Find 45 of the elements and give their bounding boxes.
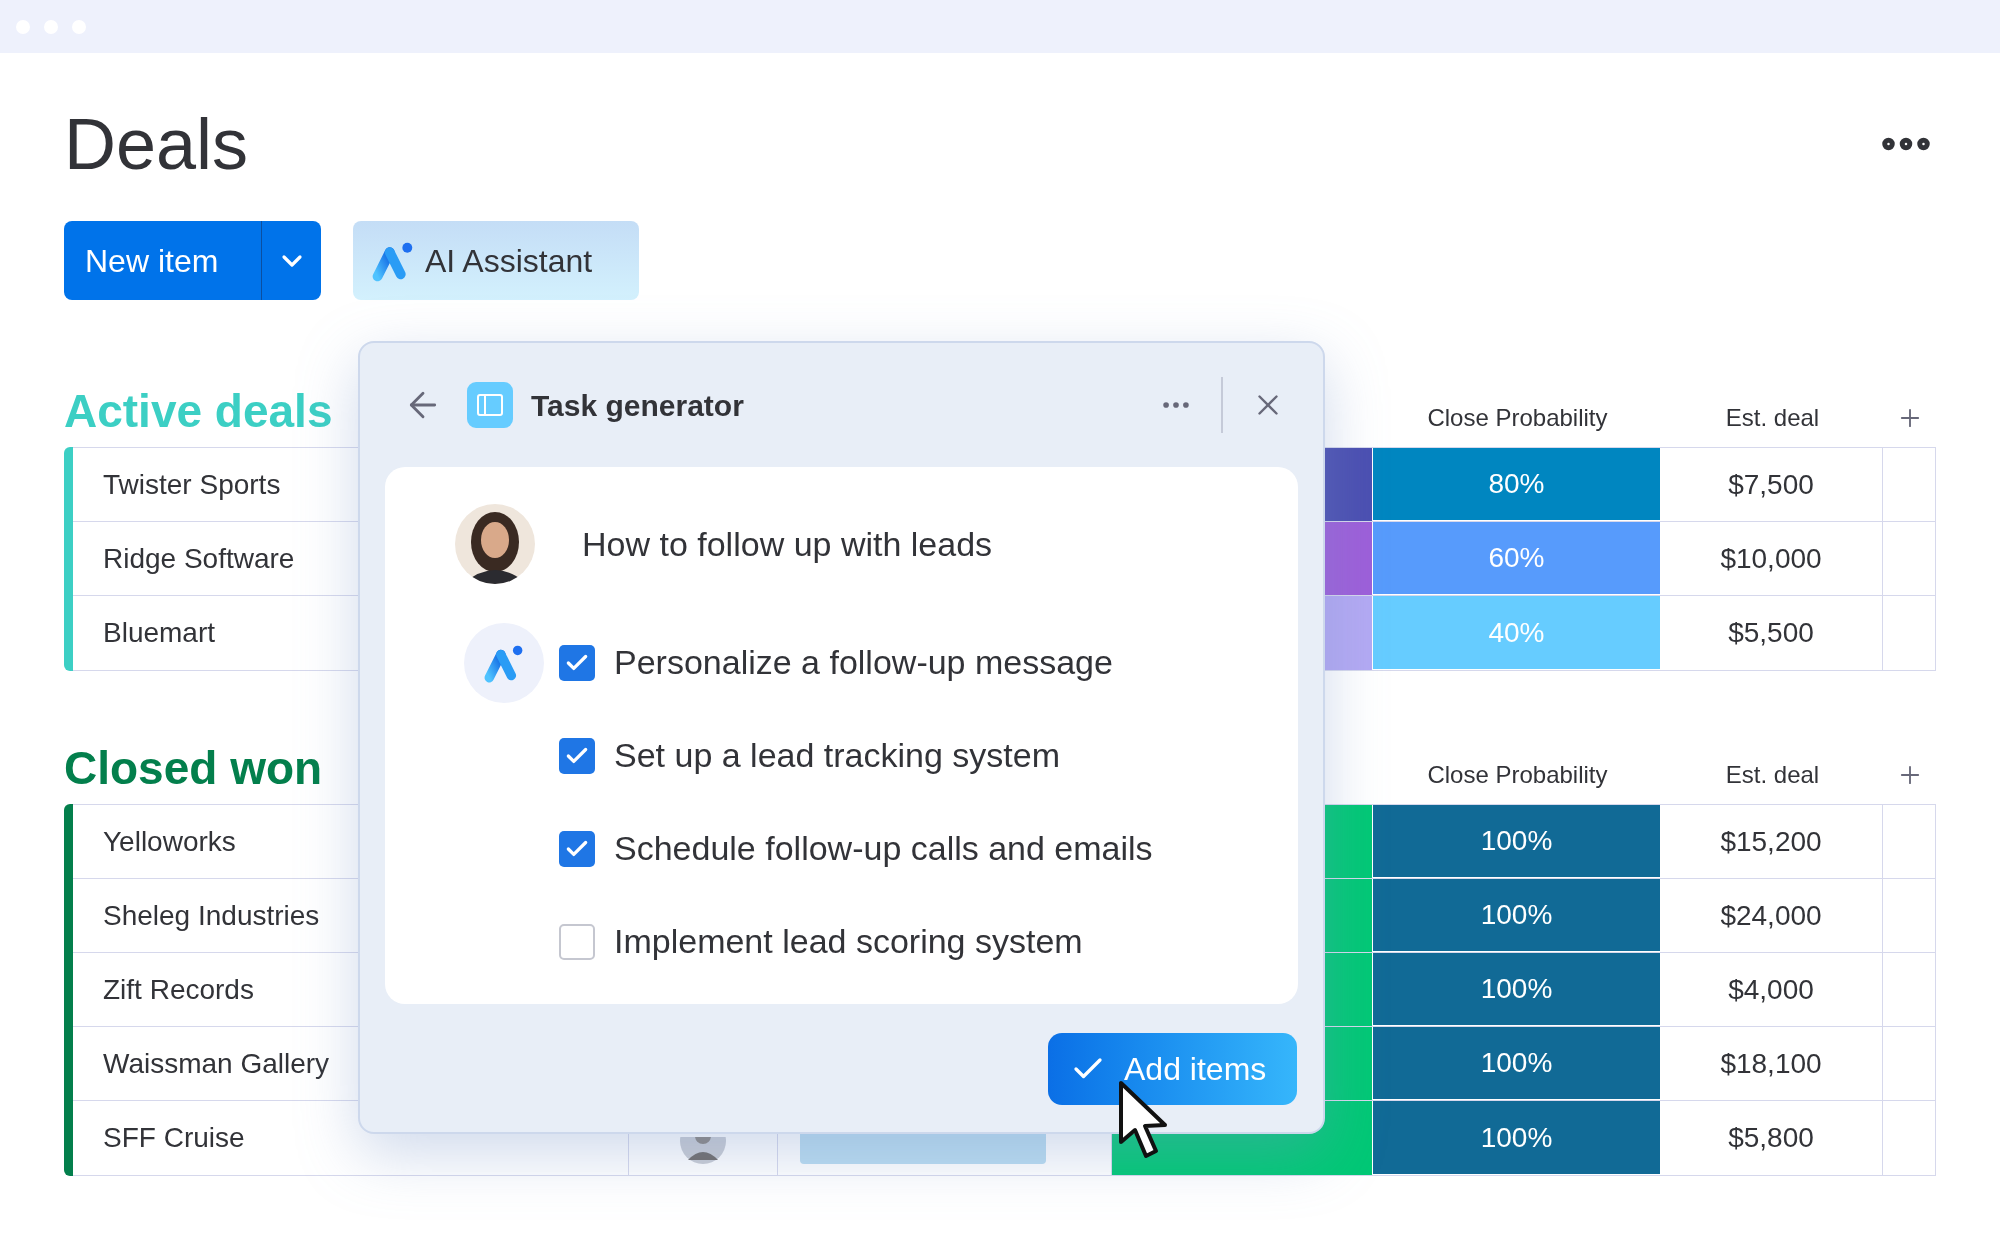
deal-name: SFF Cruise	[103, 1121, 245, 1155]
task-label: Personalize a follow-up message	[614, 642, 1113, 683]
checkbox[interactable]	[559, 644, 595, 681]
deal-name: Twister Sports	[103, 467, 281, 502]
estimate-cell: $5,500	[1660, 596, 1883, 670]
estimate-cell: $18,100	[1660, 1027, 1883, 1100]
panel-icon	[467, 382, 513, 428]
probability-cell: 100%	[1373, 953, 1660, 1026]
group-title: Closed won	[64, 741, 323, 794]
deal-name: Waissman Gallery	[103, 1046, 330, 1081]
panel-title: Task generator	[531, 387, 744, 424]
deal-name: Ridge Software	[103, 541, 295, 576]
prompt-text: How to follow up with leads	[582, 523, 993, 565]
estimate-cell: $5,800	[1660, 1101, 1883, 1175]
estimate-cell: $7,500	[1660, 448, 1883, 521]
checkbox[interactable]	[559, 923, 595, 960]
checkbox[interactable]	[559, 830, 595, 867]
estimate-cell: $4,000	[1660, 953, 1883, 1026]
probability-cell: 100%	[1373, 805, 1660, 878]
task-label: Schedule follow-up calls and emails	[614, 828, 1153, 869]
deal-name: Yelloworks	[103, 824, 236, 859]
deal-name: Zift Records	[103, 972, 254, 1007]
probability-cell: 80%	[1373, 448, 1660, 521]
estimate-cell: $15,200	[1660, 805, 1883, 878]
probability-cell: 100%	[1373, 1027, 1660, 1100]
deal-name: Bluemart	[103, 616, 216, 650]
probability-cell: 40%	[1373, 596, 1660, 670]
column-header: Est. deal	[1725, 403, 1820, 433]
estimate-cell: $24,000	[1660, 879, 1883, 952]
task-label: Implement lead scoring system	[614, 921, 1083, 962]
add-items-button[interactable]: Add items	[1048, 1033, 1297, 1105]
column-header: Close Probability	[1427, 403, 1608, 433]
checkbox[interactable]	[559, 737, 595, 774]
probability-cell: 100%	[1373, 1101, 1660, 1175]
group-title: Active deals	[64, 384, 333, 437]
column-header: Close Probability	[1427, 760, 1608, 790]
probability-cell: 60%	[1373, 522, 1660, 595]
page-title: Deals	[64, 103, 249, 186]
probability-cell: 100%	[1373, 879, 1660, 952]
task-label: Set up a lead tracking system	[614, 735, 1060, 776]
deal-name: Sheleg Industries	[103, 898, 320, 933]
column-header: Est. deal	[1725, 760, 1820, 790]
ai-assistant-button[interactable]: AI Assistant	[353, 221, 639, 300]
new-item-button[interactable]: New item	[64, 221, 321, 300]
estimate-cell: $10,000	[1660, 522, 1883, 595]
